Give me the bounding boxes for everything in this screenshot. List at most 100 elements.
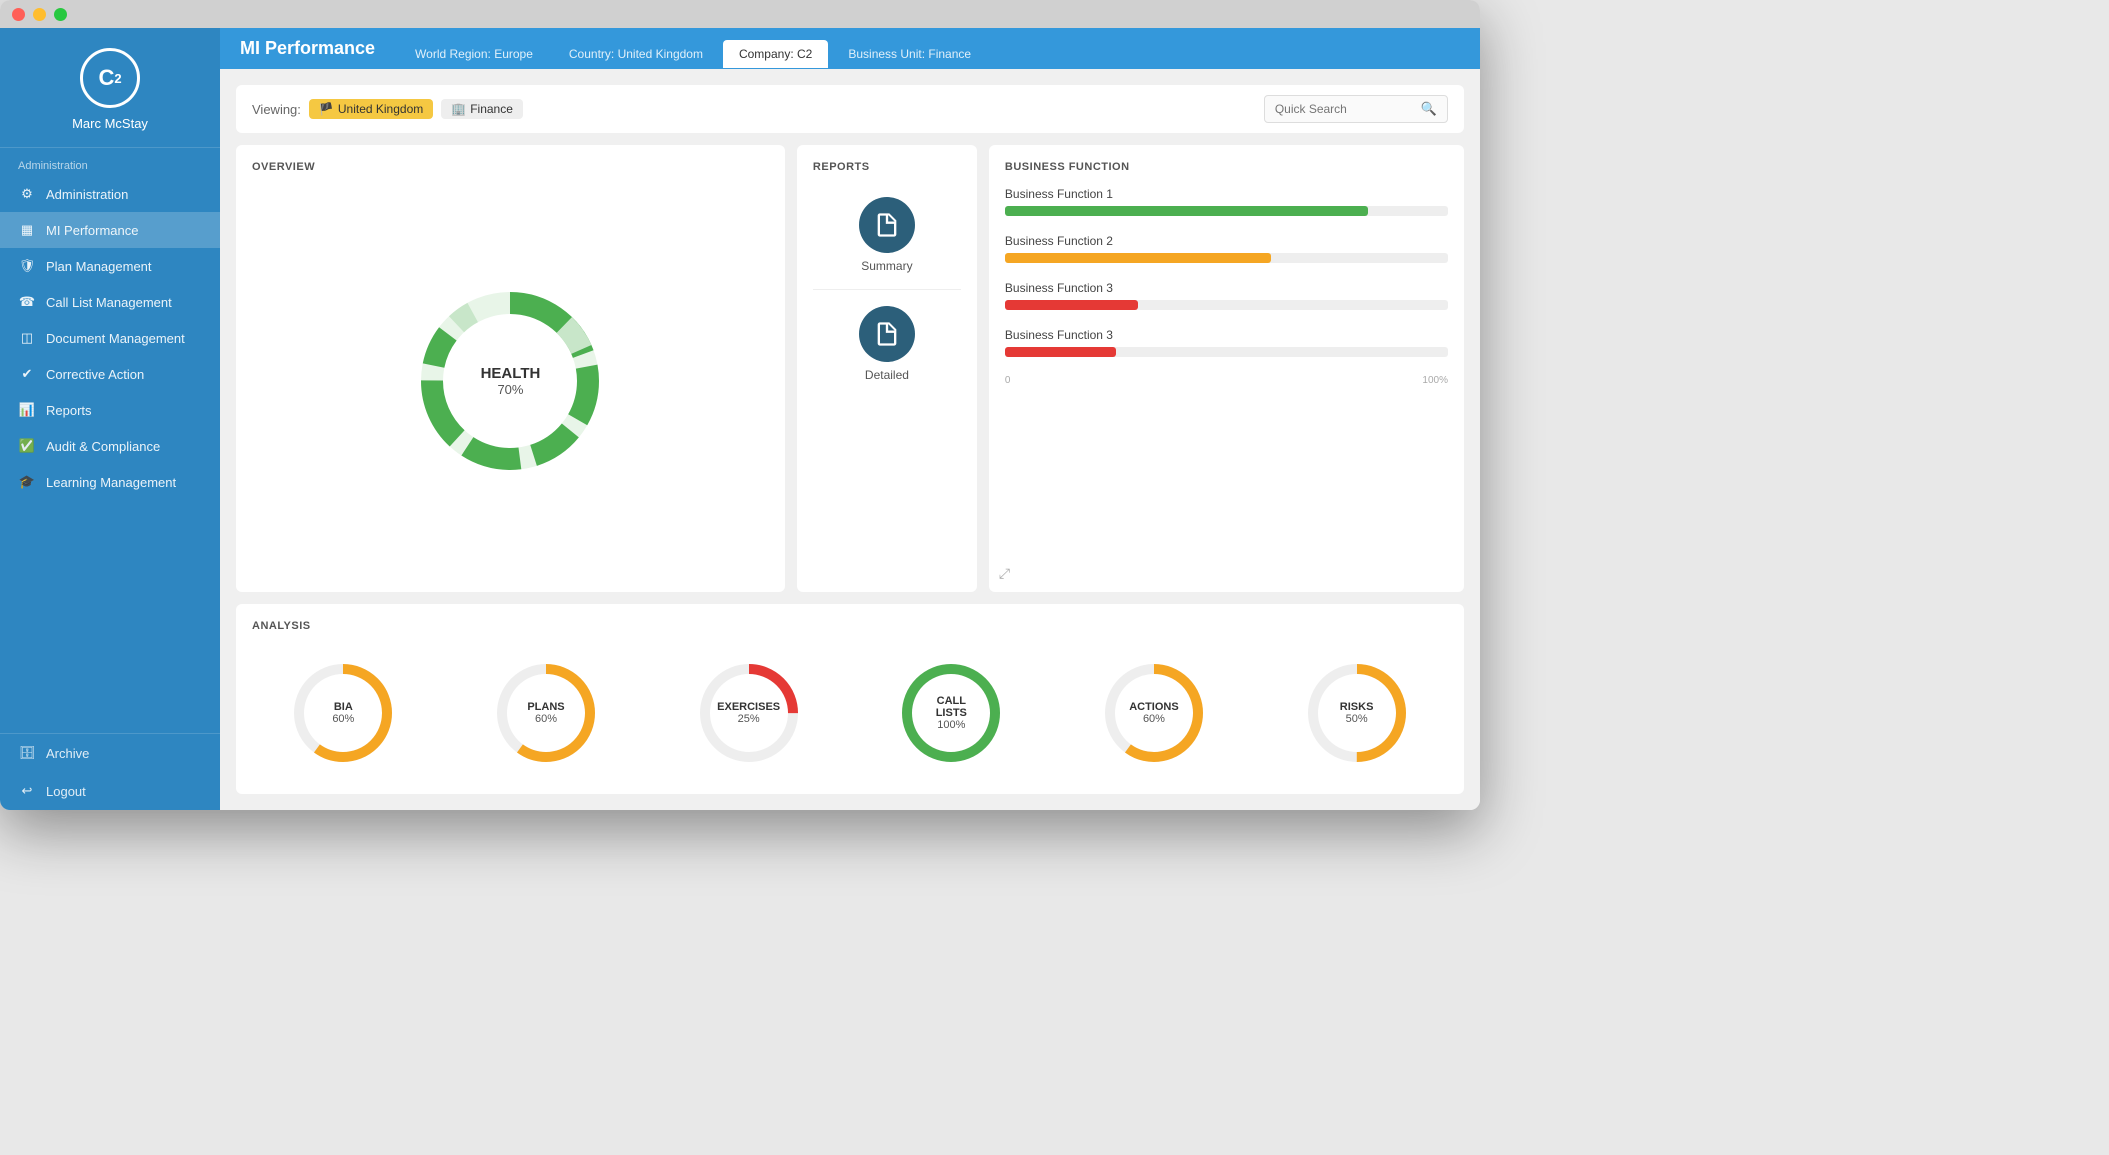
content-area: Viewing: 🏴 United Kingdom 🏢 Finance 🔍: [220, 69, 1480, 810]
sidebar-label-learning-management: Learning Management: [46, 475, 176, 490]
donut-label: HEALTH 70%: [481, 365, 541, 397]
reports-panel: REPORTS Summary: [797, 145, 977, 592]
tab-company[interactable]: Company: C2: [723, 40, 828, 68]
mini-donut-name: RISKS: [1340, 701, 1374, 713]
analysis-chart-item: BIA 60%: [288, 658, 398, 768]
expand-button[interactable]: ⤢: [999, 565, 1010, 582]
report-summary-label: Summary: [861, 259, 912, 273]
sidebar-label-call-list: Call List Management: [46, 295, 172, 310]
bf-axis-end: 100%: [1422, 375, 1448, 386]
close-button[interactable]: [12, 8, 25, 21]
bf-item: Business Function 2: [1005, 234, 1448, 263]
bf-items-container: Business Function 1 Business Function 2 …: [1005, 187, 1448, 357]
mini-donut-wrapper: ACTIONS 60%: [1099, 658, 1209, 768]
user-name: Marc McStay: [72, 116, 148, 131]
app-window: C2 Marc McStay Administration ⚙ Administ…: [0, 0, 1480, 810]
viewing-label: Viewing:: [252, 102, 301, 117]
mini-donut-name: PLANS: [527, 701, 564, 713]
sidebar-section-administration: Administration: [0, 148, 220, 176]
viewing-bar: Viewing: 🏴 United Kingdom 🏢 Finance 🔍: [236, 85, 1464, 133]
mini-donut-pct: 60%: [1129, 713, 1179, 725]
sidebar-label-corrective-action: Corrective Action: [46, 367, 144, 382]
document-icon: [873, 211, 901, 239]
bf-bar-bg: [1005, 253, 1448, 263]
overview-title: OVERVIEW: [252, 161, 769, 173]
bf-item: Business Function 1: [1005, 187, 1448, 216]
mini-donut-label: CALL LISTS 100%: [924, 695, 979, 731]
phone-icon: ☎: [18, 293, 36, 311]
sidebar-item-plan-management[interactable]: 🛡 Plan Management: [0, 248, 220, 284]
sidebar-item-mi-performance[interactable]: ▦ MI Performance: [0, 212, 220, 248]
mini-donut-pct: 60%: [332, 713, 354, 725]
logo: C2: [80, 48, 140, 108]
report-summary-icon: [859, 197, 915, 253]
flag-icon: 🏴: [319, 102, 334, 116]
sidebar-item-learning-management[interactable]: 🎓 Learning Management: [0, 464, 220, 500]
sidebar-label-mi-performance: MI Performance: [46, 223, 138, 238]
report-item-detailed[interactable]: Detailed: [813, 306, 961, 382]
reports-title: REPORTS: [813, 161, 961, 173]
overview-donut-container: HEALTH 70%: [252, 185, 769, 576]
sidebar-item-corrective-action[interactable]: ✔ Corrective Action: [0, 356, 220, 392]
overview-panel: OVERVIEW: [236, 145, 785, 592]
sidebar-item-archive[interactable]: 🗄 Archive: [0, 734, 220, 772]
sidebar-item-audit-compliance[interactable]: ✅ Audit & Compliance: [0, 428, 220, 464]
mini-donut-name: BIA: [332, 701, 354, 713]
layers-icon: ◫: [18, 329, 36, 347]
sidebar-label-archive: Archive: [46, 746, 89, 761]
bf-item: Business Function 3: [1005, 328, 1448, 357]
mini-donut-wrapper: CALL LISTS 100%: [896, 658, 1006, 768]
mini-donut-wrapper: EXERCISES 25%: [694, 658, 804, 768]
sidebar-label-logout: Logout: [46, 784, 86, 799]
bf-item: Business Function 3: [1005, 281, 1448, 310]
sidebar-item-call-list[interactable]: ☎ Call List Management: [0, 284, 220, 320]
analysis-charts: BIA 60% PLANS 60% EXERCISES 25%: [252, 648, 1448, 778]
sidebar-item-reports[interactable]: 📊 Reports: [0, 392, 220, 428]
sidebar-item-administration[interactable]: ⚙ Administration: [0, 176, 220, 212]
mini-donut-pct: 50%: [1340, 713, 1374, 725]
app-layout: C2 Marc McStay Administration ⚙ Administ…: [0, 28, 1480, 810]
analysis-chart-item: EXERCISES 25%: [694, 658, 804, 768]
sidebar-label-administration: Administration: [46, 187, 128, 202]
mini-donut-label: EXERCISES 25%: [717, 701, 780, 725]
bar-chart-icon: 📊: [18, 401, 36, 419]
gear-icon: ⚙: [18, 185, 36, 203]
bf-item-name: Business Function 3: [1005, 281, 1448, 295]
sidebar-label-plan-management: Plan Management: [46, 259, 152, 274]
report-detailed-icon: [859, 306, 915, 362]
analysis-chart-item: ACTIONS 60%: [1099, 658, 1209, 768]
bf-title: BUSINESS FUNCTION: [1005, 161, 1448, 173]
mini-donut-pct: 100%: [924, 719, 979, 731]
main-donut-wrapper: HEALTH 70%: [410, 281, 610, 481]
sidebar-bottom: 🗄 Archive ↩ Logout: [0, 733, 220, 810]
maximize-button[interactable]: [54, 8, 67, 21]
search-bar[interactable]: 🔍: [1264, 95, 1448, 123]
report-divider: [813, 289, 961, 290]
analysis-chart-item: PLANS 60%: [491, 658, 601, 768]
tab-country[interactable]: Country: United Kingdom: [553, 40, 719, 68]
logout-icon: ↩: [18, 782, 36, 800]
search-icon: 🔍: [1421, 101, 1437, 117]
report-item-summary[interactable]: Summary: [813, 197, 961, 273]
sidebar-item-logout[interactable]: ↩ Logout: [0, 772, 220, 810]
mini-donut-label: BIA 60%: [332, 701, 354, 725]
building-icon: 🏢: [451, 102, 466, 116]
mini-donut-pct: 60%: [527, 713, 564, 725]
shield-icon: 🛡: [18, 257, 36, 275]
graduation-icon: 🎓: [18, 473, 36, 491]
tab-world-region[interactable]: World Region: Europe: [399, 40, 549, 68]
sidebar-item-document-management[interactable]: ◫ Document Management: [0, 320, 220, 356]
tab-business-unit[interactable]: Business Unit: Finance: [832, 40, 987, 68]
health-pct: 70%: [481, 382, 541, 397]
minimize-button[interactable]: [33, 8, 46, 21]
analysis-panel: ANALYSIS BIA 60% PLANS 60%: [236, 604, 1464, 794]
sidebar-logo: C2 Marc McStay: [0, 28, 220, 148]
mini-donut-wrapper: BIA 60%: [288, 658, 398, 768]
check-badge-icon: ✅: [18, 437, 36, 455]
analysis-chart-item: CALL LISTS 100%: [896, 658, 1006, 768]
business-function-panel: BUSINESS FUNCTION Business Function 1 Bu…: [989, 145, 1464, 592]
search-input[interactable]: [1275, 102, 1415, 116]
bf-axis-start: 0: [1005, 375, 1011, 386]
sidebar-label-document-management: Document Management: [46, 331, 185, 346]
viewing-tag-uk: 🏴 United Kingdom: [309, 99, 433, 119]
